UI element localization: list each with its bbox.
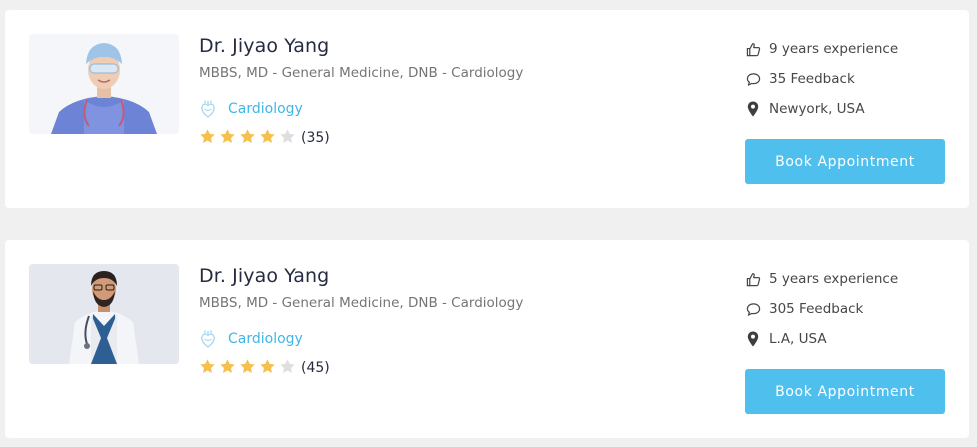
- doctor-info: Dr. Jiyao Yang MBBS, MD - General Medici…: [199, 34, 699, 148]
- location-text: Newyork, USA: [769, 101, 865, 117]
- star-icon: [280, 128, 295, 143]
- star-icon: [220, 128, 235, 143]
- star-icon: [220, 358, 235, 373]
- location-text: L.A, USA: [769, 331, 827, 347]
- rating-count: (45): [301, 360, 330, 376]
- map-marker-icon: [745, 331, 761, 347]
- doctor-photo-image: [29, 34, 179, 134]
- heart-specialty-icon: [199, 328, 219, 350]
- doctor-card: Dr. Jiyao Yang MBBS, MD - General Medici…: [5, 10, 969, 208]
- star-icon: [280, 358, 295, 373]
- feedback-text: 305 Feedback: [769, 301, 864, 317]
- book-appointment-button[interactable]: Book Appointment: [745, 369, 945, 414]
- specialty-label: Cardiology: [228, 101, 303, 117]
- doctor-photo[interactable]: [29, 34, 179, 134]
- doctor-meta: 5 years experience 305 Feedback L.A, USA: [745, 268, 955, 358]
- star-icon: [240, 128, 255, 143]
- star-icon: [200, 358, 215, 373]
- star-icon: [260, 358, 275, 373]
- experience-text: 5 years experience: [769, 271, 899, 287]
- specialty-label: Cardiology: [228, 331, 303, 347]
- feedback-row: 305 Feedback: [745, 298, 955, 320]
- thumbs-up-icon: [745, 41, 761, 57]
- location-row: L.A, USA: [745, 328, 955, 350]
- thumbs-up-icon: [745, 271, 761, 287]
- doctor-rating: (45): [199, 358, 699, 378]
- doctor-name[interactable]: Dr. Jiyao Yang: [199, 34, 699, 58]
- doctor-photo-image: [29, 264, 179, 364]
- rating-count: (35): [301, 130, 330, 146]
- location-row: Newyork, USA: [745, 98, 955, 120]
- doctor-degree: MBBS, MD - General Medicine, DNB - Cardi…: [199, 65, 524, 81]
- doctor-name[interactable]: Dr. Jiyao Yang: [199, 264, 699, 288]
- map-marker-icon: [745, 101, 761, 117]
- feedback-row: 35 Feedback: [745, 68, 955, 90]
- doctor-card: Dr. Jiyao Yang MBBS, MD - General Medici…: [5, 240, 969, 438]
- heart-specialty-icon: [199, 98, 219, 120]
- rating-stars: [199, 358, 299, 379]
- star-icon: [200, 128, 215, 143]
- experience-text: 9 years experience: [769, 41, 899, 57]
- doctor-list: Dr. Jiyao Yang MBBS, MD - General Medici…: [0, 0, 977, 447]
- experience-row: 5 years experience: [745, 268, 955, 290]
- doctor-photo[interactable]: [29, 264, 179, 364]
- book-appointment-button[interactable]: Book Appointment: [745, 139, 945, 184]
- doctor-info: Dr. Jiyao Yang MBBS, MD - General Medici…: [199, 264, 699, 378]
- comment-icon: [745, 301, 761, 317]
- star-icon: [260, 128, 275, 143]
- experience-row: 9 years experience: [745, 38, 955, 60]
- star-icon: [240, 358, 255, 373]
- doctor-degree: MBBS, MD - General Medicine, DNB - Cardi…: [199, 295, 524, 311]
- doctor-specialty[interactable]: Cardiology: [199, 328, 699, 350]
- doctor-specialty[interactable]: Cardiology: [199, 98, 699, 120]
- doctor-meta: 9 years experience 35 Feedback Newyork, …: [745, 38, 955, 128]
- rating-stars: [199, 128, 299, 149]
- comment-icon: [745, 71, 761, 87]
- feedback-text: 35 Feedback: [769, 71, 855, 87]
- doctor-rating: (35): [199, 128, 699, 148]
